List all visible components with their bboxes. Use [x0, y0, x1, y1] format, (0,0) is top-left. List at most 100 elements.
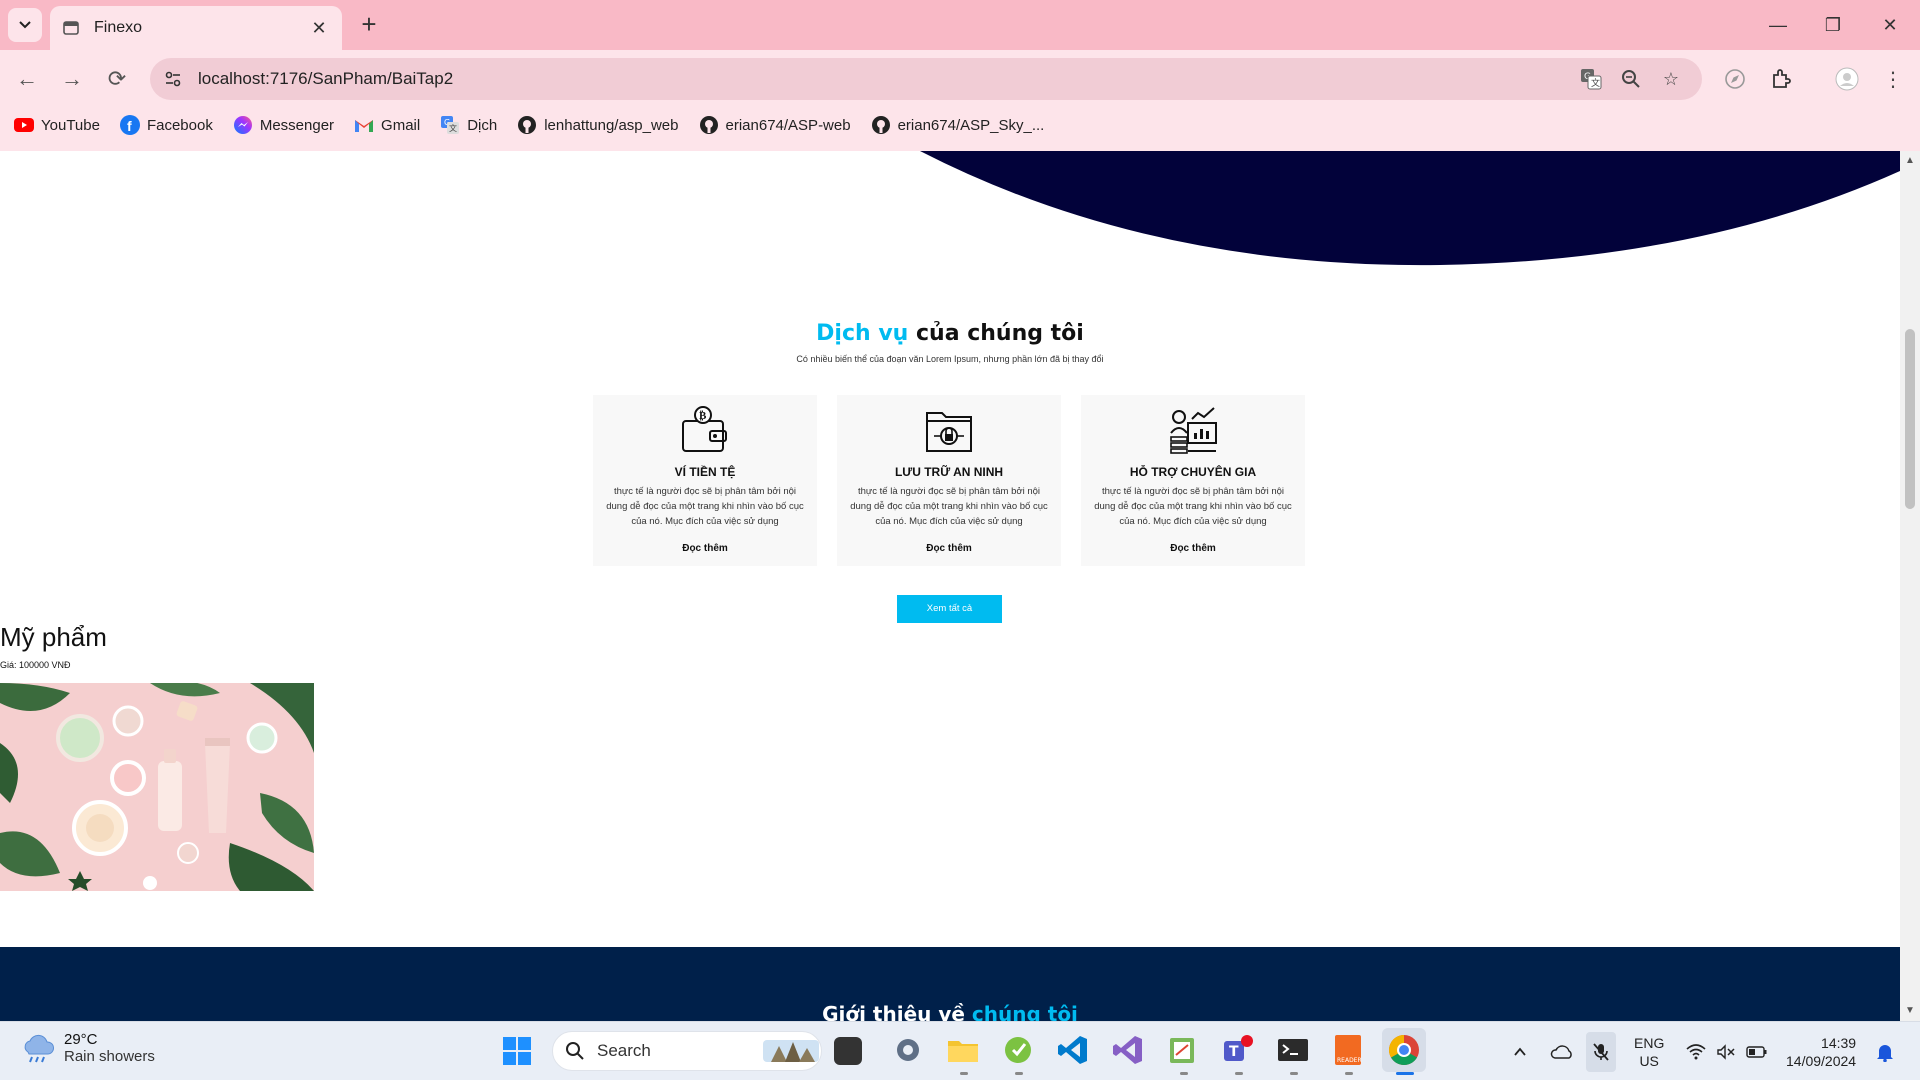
profile-avatar[interactable] — [1830, 62, 1864, 96]
onedrive-icon[interactable] — [1550, 1022, 1574, 1081]
bookmark-star-icon[interactable]: ☆ — [1658, 66, 1684, 92]
bookmark-label: Gmail — [381, 116, 421, 134]
weather-desc: Rain showers — [64, 1048, 155, 1065]
running-indicator — [1180, 1072, 1188, 1075]
translate-page-icon[interactable]: G文 — [1578, 66, 1604, 92]
scroll-down-arrow[interactable]: ▼ — [1904, 1005, 1916, 1017]
search-label: Search — [597, 1041, 651, 1060]
chrome-app-active[interactable] — [1382, 1028, 1426, 1072]
file-explorer-icon[interactable] — [946, 1033, 980, 1067]
wallet-bitcoin-icon: ₿ — [682, 406, 727, 452]
read-more-link[interactable]: Đọc thêm — [593, 543, 817, 554]
weather-temp: 29°C — [64, 1031, 98, 1048]
page-icon — [63, 21, 79, 35]
about-heading: Giới thiệu về chúng tôi — [0, 1002, 1900, 1021]
minimize-button[interactable]: — — [1758, 10, 1798, 40]
card-title: LƯU TRỮ AN NINH — [894, 465, 1004, 479]
hero-wave-shape — [920, 151, 1900, 266]
svg-text:f: f — [127, 118, 132, 134]
about-heading-highlight: chúng tôi — [971, 1002, 1078, 1021]
scroll-thumb[interactable] — [1905, 329, 1915, 509]
read-more-link[interactable]: Đọc thêm — [837, 543, 1061, 554]
bookmark-facebook[interactable]: f Facebook — [119, 115, 213, 135]
green-app-icon[interactable] — [1001, 1033, 1035, 1067]
settings-gear-icon[interactable] — [891, 1033, 925, 1067]
github-icon — [699, 115, 719, 135]
search-icon — [566, 1042, 584, 1060]
site-info-icon[interactable] — [158, 64, 188, 94]
clock[interactable]: 14:39 14/09/2024 — [1786, 1022, 1856, 1081]
language-indicator[interactable]: ENG US — [1634, 1022, 1664, 1081]
bookmark-github-2[interactable]: erian674/ASP-web — [699, 115, 851, 135]
bookmark-messenger[interactable]: Messenger — [233, 115, 334, 135]
card-text: thực tế là người đọc sẽ bị phân tâm bởi … — [850, 486, 1048, 527]
bookmark-translate[interactable]: G文 Dịch — [440, 115, 497, 135]
bookmark-label: YouTube — [41, 116, 100, 134]
region-code: US — [1639, 1052, 1659, 1069]
address-bar[interactable]: localhost:7176/SanPham/BaiTap2 G文 ☆ — [150, 58, 1702, 100]
teams-icon[interactable]: T — [1221, 1033, 1255, 1067]
zoom-icon[interactable] — [1618, 66, 1644, 92]
taskbar-search[interactable]: Search — [552, 1031, 822, 1071]
svg-text:₿: ₿ — [699, 409, 707, 422]
restore-button[interactable]: ❐ — [1813, 10, 1853, 40]
compass-icon[interactable] — [1718, 62, 1752, 96]
services-heading-rest: của chúng tôi — [908, 321, 1084, 346]
vscode-icon[interactable] — [1056, 1033, 1090, 1067]
tab-close-icon[interactable]: ✕ — [308, 18, 330, 39]
bookmark-label: Messenger — [259, 116, 335, 134]
view-all-button[interactable]: Xem tất cả — [897, 595, 1002, 623]
volume-muted-icon[interactable] — [1716, 1022, 1736, 1081]
terminal-icon[interactable] — [1276, 1033, 1310, 1067]
new-tab-button[interactable]: + — [354, 10, 384, 40]
svg-text:文: 文 — [1591, 77, 1600, 89]
bookmark-label: Facebook — [146, 116, 213, 134]
page-scrollbar[interactable]: ▲ ▼ — [1900, 151, 1920, 1021]
bookmarks-bar: YouTube f Facebook Messenger Gmail G文 Dị… — [0, 108, 1920, 142]
svg-text:T: T — [1229, 1044, 1239, 1060]
bookmark-youtube[interactable]: YouTube — [14, 115, 100, 135]
battery-icon[interactable] — [1746, 1022, 1768, 1081]
product-image — [0, 683, 314, 891]
tab-search-button[interactable] — [8, 8, 42, 42]
notification-bell-icon[interactable] — [1876, 1022, 1894, 1081]
secure-storage-icon — [926, 412, 972, 452]
scroll-up-arrow[interactable]: ▲ — [1904, 155, 1916, 167]
mic-muted-icon[interactable] — [1586, 1032, 1616, 1072]
wifi-icon[interactable] — [1686, 1022, 1706, 1081]
expert-support-icon — [1170, 407, 1217, 454]
page-viewport: Dịch vụ của chúng tôi Có nhiều biến thể … — [0, 151, 1900, 1021]
chevron-down-icon — [19, 21, 31, 29]
weather-widget[interactable]: 29°C Rain showers — [20, 1030, 155, 1066]
bookmark-label: lenhattung/asp_web — [544, 116, 679, 134]
rain-cloud-icon — [24, 1034, 54, 1063]
bookmark-gmail[interactable]: Gmail — [354, 115, 420, 135]
extensions-icon[interactable] — [1764, 62, 1798, 96]
task-view-icon[interactable] — [834, 1037, 862, 1065]
reload-button[interactable]: ⟳ — [100, 62, 134, 96]
github-icon — [517, 115, 537, 135]
card-title: HỖ TRỢ CHUYÊN GIA — [1129, 465, 1257, 479]
taskbar: 29°C Rain showers Search T READER ENG US… — [0, 1021, 1920, 1080]
browser-menu-icon[interactable]: ⋮ — [1876, 62, 1910, 96]
notepad-app-icon[interactable] — [1166, 1033, 1200, 1067]
forward-button[interactable]: → — [55, 62, 89, 96]
tray-overflow-icon[interactable] — [1512, 1022, 1528, 1081]
browser-tab[interactable]: Finexo ✕ — [50, 6, 342, 50]
bookmark-github-1[interactable]: lenhattung/asp_web — [517, 115, 679, 135]
bookmark-github-3[interactable]: erian674/ASP_Sky_... — [871, 115, 1045, 135]
gmail-icon — [354, 115, 374, 135]
close-window-button[interactable]: ✕ — [1870, 10, 1910, 40]
windows-start-icon[interactable] — [502, 1036, 532, 1066]
svg-text:文: 文 — [449, 123, 457, 133]
visual-studio-icon[interactable] — [1111, 1033, 1145, 1067]
services-heading: Dịch vụ của chúng tôi — [0, 321, 1900, 346]
read-more-link[interactable]: Đọc thêm — [1081, 543, 1305, 554]
card-title: VÍ TIỀN TỆ — [674, 465, 736, 479]
bookmark-label: erian674/ASP_Sky_... — [897, 116, 1045, 134]
back-button[interactable]: ← — [10, 62, 44, 96]
foxit-reader-icon[interactable]: READER — [1331, 1033, 1365, 1067]
browser-chrome: Finexo ✕ + — ❐ ✕ ← → ⟳ localhost:7176/Sa… — [0, 0, 1920, 151]
url-text[interactable]: localhost:7176/SanPham/BaiTap2 — [198, 69, 1578, 89]
search-highlight-icon — [763, 1040, 819, 1062]
